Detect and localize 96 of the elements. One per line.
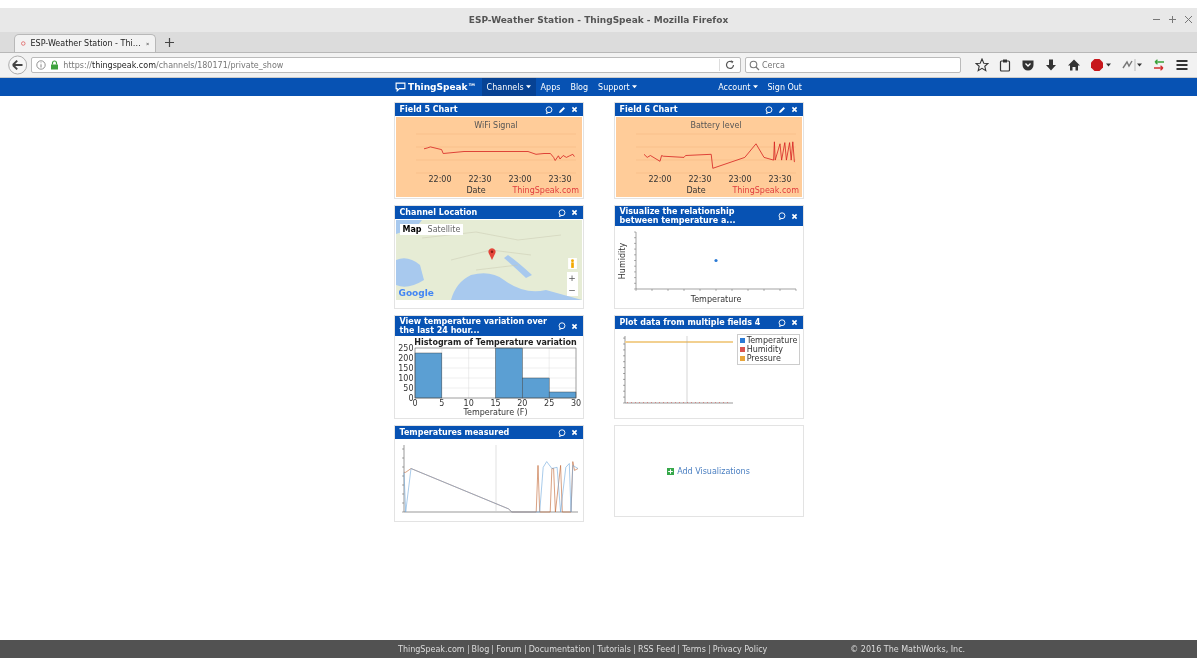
url-text: https://thingspeak.com/channels/180171/private_show <box>63 60 285 70</box>
comment-icon[interactable] <box>557 322 566 330</box>
tick-label: 10 <box>463 399 474 408</box>
footer-link[interactable]: ThingSpeak.com <box>395 644 468 654</box>
new-tab-icon[interactable] <box>164 37 175 48</box>
pencil-icon[interactable] <box>557 105 566 114</box>
tick-label: 22:00 <box>647 175 672 184</box>
copyright-text: © 2016 The MathWorks, Inc. <box>850 644 966 654</box>
nav-link[interactable]: Blog <box>565 78 594 96</box>
axis-label: Temperature (F) <box>462 408 528 417</box>
reload-icon[interactable] <box>719 59 736 71</box>
axis-label: Date <box>465 186 486 195</box>
swap-arrows-icon[interactable] <box>1152 58 1166 72</box>
tick-label: 22:30 <box>687 175 712 184</box>
search-icon <box>749 59 760 71</box>
nav-link[interactable]: Account <box>713 78 763 96</box>
clipboard-icon[interactable] <box>998 58 1012 72</box>
legend-label: Temperature <box>746 336 798 345</box>
map-type-toggle[interactable]: Map <box>399 224 425 235</box>
tick-label: 22:30 <box>467 175 492 184</box>
window-title: ESP-Weather Station - ThingSpeak - Mozilla Firefox <box>468 15 729 25</box>
card-title: Channel Location <box>399 208 479 217</box>
chart-title: Battery level <box>689 121 742 130</box>
tick-label: 5 <box>438 399 444 408</box>
footer-link[interactable]: Forum <box>492 644 525 654</box>
legend-label: Humidity <box>746 345 783 354</box>
tick-label: 0 <box>411 399 418 408</box>
pocket-icon[interactable] <box>1021 58 1035 72</box>
axis-label: Date <box>685 186 706 195</box>
download-icon[interactable] <box>1044 58 1058 72</box>
axis-label: Humidity <box>617 242 627 280</box>
comment-icon[interactable] <box>777 318 786 327</box>
plus-icon <box>667 467 675 475</box>
tick-label: 15 <box>489 399 501 408</box>
browser-tab[interactable]: ESP-Weather Station - Thi… <box>14 34 156 52</box>
tick-label: 30 <box>570 399 581 408</box>
nav-link[interactable]: Sign Out <box>762 78 807 96</box>
comment-icon[interactable] <box>557 428 566 437</box>
stop-sign-icon[interactable] <box>1090 58 1112 72</box>
axis-label: Temperature <box>690 295 741 304</box>
extension-icon[interactable] <box>1121 58 1143 72</box>
card-title: Temperatures measured <box>399 428 511 437</box>
site-icon <box>21 38 26 49</box>
comment-icon[interactable] <box>544 105 553 114</box>
nav-link[interactable]: Channels <box>481 78 536 96</box>
tick-label: 50 <box>402 383 413 393</box>
footer-link[interactable]: Blog <box>467 644 493 654</box>
zoom-out-button[interactable]: − <box>566 284 578 296</box>
footer-link[interactable]: Privacy Policy <box>708 644 771 654</box>
lock-icon <box>50 60 60 70</box>
tick-label: 25 <box>543 399 554 408</box>
card-title: View temperature variation over the last 24 hour... <box>399 317 548 335</box>
comment-icon[interactable] <box>777 212 786 220</box>
home-icon[interactable] <box>1067 58 1081 72</box>
comment-icon[interactable] <box>764 105 773 114</box>
tick-label: 23:00 <box>507 175 532 184</box>
search-field[interactable]: Cerca <box>745 57 961 73</box>
tick-label: 20 <box>516 399 527 408</box>
tick-label: 200 <box>397 353 413 363</box>
footer-link[interactable]: Terms <box>678 644 709 654</box>
tick-label: 250 <box>397 343 413 353</box>
data-point <box>713 258 718 263</box>
address-bar[interactable]: https://thingspeak.com/channels/180171/private_show <box>31 57 741 73</box>
comment-icon[interactable] <box>557 208 566 217</box>
add-visualizations-link[interactable]: Add Visualizations <box>667 466 750 476</box>
chart-title: WiFi Signal <box>473 121 518 130</box>
menu-icon[interactable] <box>1175 58 1189 72</box>
tick-label: 0 <box>407 393 413 403</box>
map-logo: Google <box>398 288 434 298</box>
nav-link[interactable]: Apps <box>535 78 566 96</box>
tick-label: 100 <box>397 373 413 383</box>
tick-label: 23:30 <box>767 175 792 184</box>
chart-title: Histogram of Temperature variation <box>413 338 577 347</box>
footer-link[interactable]: Documentation <box>524 644 594 654</box>
card-title: Visualize the relationship between temperature a... <box>619 207 737 225</box>
tick-label: 22:00 <box>427 175 452 184</box>
star-icon[interactable] <box>975 58 989 72</box>
card-title: Field 5 Chart <box>399 105 459 114</box>
map-type-toggle[interactable]: Satellite <box>424 224 464 235</box>
card-title: Field 6 Chart <box>619 105 679 114</box>
pencil-icon[interactable] <box>777 105 786 114</box>
tab-label: ESP-Weather Station - Thi… <box>30 39 141 48</box>
footer-link[interactable]: Tutorials <box>593 644 634 654</box>
zoom-in-button[interactable]: + <box>566 272 578 284</box>
tick-label: 150 <box>397 363 413 373</box>
legend-label: Pressure <box>746 354 781 363</box>
brand-logo[interactable]: ThingSpeak™ <box>408 82 477 92</box>
tick-label: 23:30 <box>547 175 572 184</box>
footer-link[interactable]: RSS Feed <box>633 644 679 654</box>
nav-link[interactable]: Support <box>593 78 642 96</box>
chat-bubble-icon <box>395 82 406 92</box>
tick-label: 23:00 <box>727 175 752 184</box>
card-title: Plot data from multiple fields 4 <box>619 318 762 327</box>
maximize-icon[interactable] <box>1168 15 1177 24</box>
map-pin-icon <box>487 248 496 260</box>
close-icon[interactable] <box>1184 15 1193 24</box>
